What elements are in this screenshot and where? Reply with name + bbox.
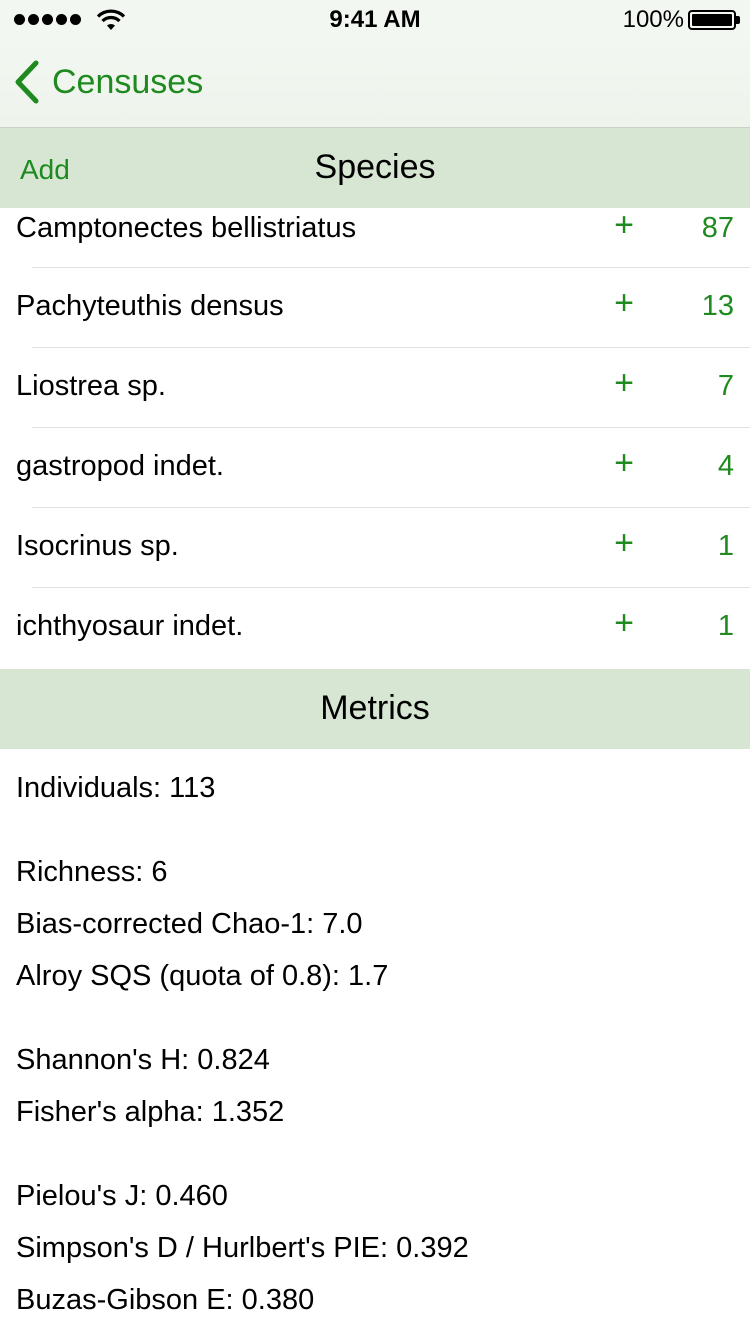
metrics-section-header: Metrics bbox=[0, 669, 750, 749]
metrics-section-title: Metrics bbox=[320, 689, 430, 727]
metric-richness: Richness: 6 bbox=[16, 856, 168, 888]
species-name: ichthyosaur indet. bbox=[16, 610, 244, 642]
species-row[interactable]: Pachyteuthis densus + 13 bbox=[0, 268, 750, 348]
species-count: 7 bbox=[717, 370, 734, 402]
status-bar: 9:41 AM 100% bbox=[0, 0, 750, 40]
metric-sqs: Alroy SQS (quota of 0.8): 1.7 bbox=[16, 960, 389, 992]
species-name: Isocrinus sp. bbox=[16, 530, 179, 562]
metric-simpson: Simpson's D / Hurlbert's PIE: 0.392 bbox=[16, 1232, 469, 1264]
navigation-bar: Censuses bbox=[0, 40, 750, 128]
species-row[interactable]: gastropod indet. + 4 bbox=[0, 428, 750, 508]
species-count: 1 bbox=[717, 610, 734, 642]
metric-chao1: Bias-corrected Chao-1: 7.0 bbox=[16, 908, 363, 940]
species-name: Camptonectes bellistriatus bbox=[16, 212, 357, 244]
increment-button[interactable]: + bbox=[604, 444, 644, 483]
species-section-header: Add Species bbox=[0, 128, 750, 208]
metric-individuals: Individuals: 113 bbox=[16, 772, 216, 804]
metric-shannon: Shannon's H: 0.824 bbox=[16, 1044, 270, 1076]
increment-button[interactable]: + bbox=[604, 604, 644, 643]
species-count: 13 bbox=[701, 290, 734, 322]
species-count: 87 bbox=[701, 212, 734, 244]
species-row[interactable]: ichthyosaur indet. + 1 bbox=[0, 588, 750, 668]
battery-icon bbox=[688, 10, 740, 30]
metric-fisher: Fisher's alpha: 1.352 bbox=[16, 1096, 285, 1128]
species-name: Liostrea sp. bbox=[16, 370, 166, 402]
increment-button[interactable]: + bbox=[604, 364, 644, 403]
species-row[interactable]: Camptonectes bellistriatus + 87 bbox=[0, 206, 750, 268]
species-row[interactable]: Isocrinus sp. + 1 bbox=[0, 508, 750, 588]
increment-button[interactable]: + bbox=[604, 524, 644, 563]
species-name: gastropod indet. bbox=[16, 450, 224, 482]
battery-percent: 100% bbox=[622, 6, 684, 33]
metric-buzas-gibson: Buzas-Gibson E: 0.380 bbox=[16, 1284, 315, 1316]
increment-button[interactable]: + bbox=[604, 284, 644, 323]
back-button[interactable]: Censuses bbox=[14, 60, 203, 104]
increment-button[interactable]: + bbox=[604, 206, 644, 245]
species-name: Pachyteuthis densus bbox=[16, 290, 284, 322]
species-row[interactable]: Liostrea sp. + 7 bbox=[0, 348, 750, 428]
metric-pielou: Pielou's J: 0.460 bbox=[16, 1180, 228, 1212]
metrics-list: Individuals: 113 Richness: 6 Bias-correc… bbox=[16, 762, 469, 1326]
chevron-left-icon bbox=[15, 60, 39, 104]
species-list: Camptonectes bellistriatus + 87 Pachyteu… bbox=[0, 206, 750, 668]
back-button-label: Censuses bbox=[52, 62, 204, 101]
species-section-title: Species bbox=[314, 148, 436, 186]
species-count: 4 bbox=[717, 450, 734, 482]
species-count: 1 bbox=[717, 530, 734, 562]
